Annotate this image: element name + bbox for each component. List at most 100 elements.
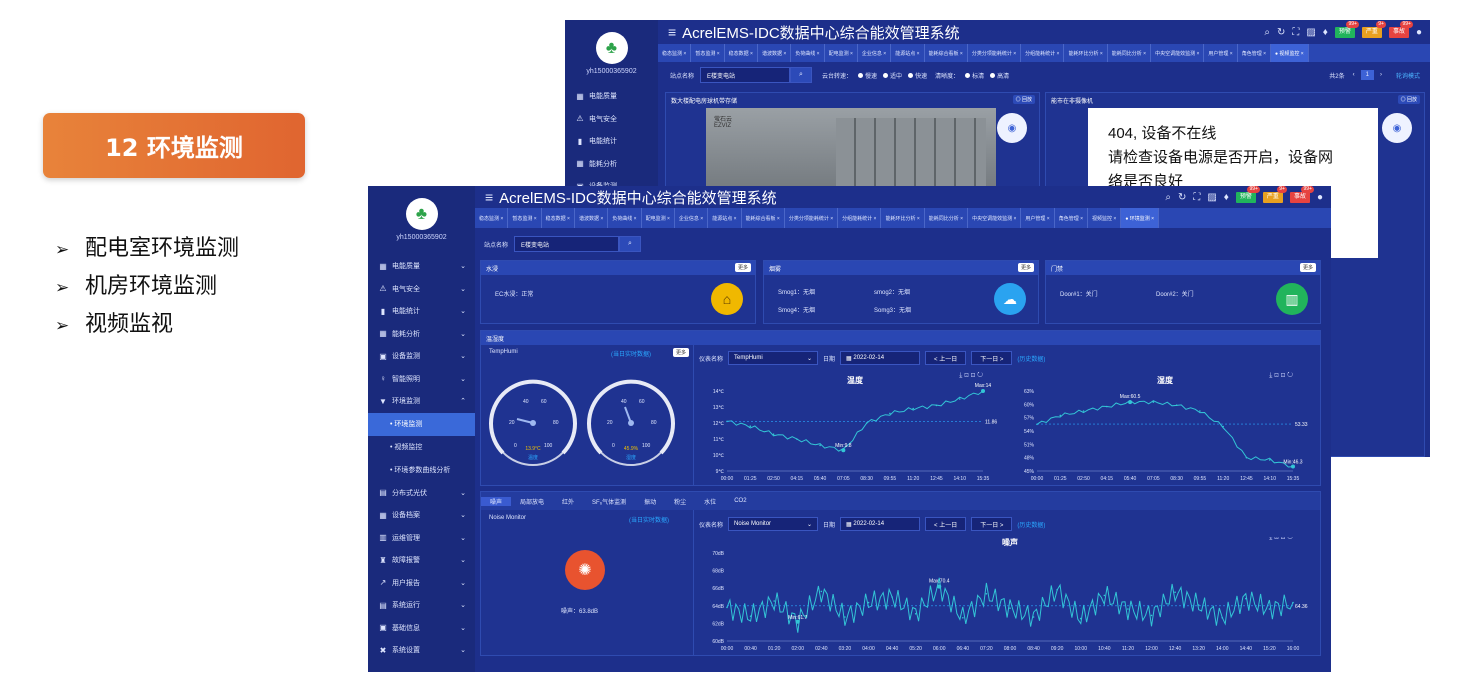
alarm-badge-serious[interactable]: 严重 9+ [1361, 20, 1386, 38]
chart-toolbar-icons[interactable]: ⤓ ⊡ ⊡ ↻ [1269, 372, 1293, 379]
sidebar-item[interactable]: ⚠ 电气安全 ⌄ [368, 278, 475, 301]
prev-page-icon[interactable]: ‹ [1353, 72, 1355, 78]
sidebar-item[interactable]: ♀ 智能照明 ⌄ [368, 368, 475, 391]
sensor-tab[interactable]: SF₆气体监测 [583, 497, 635, 506]
page-tab[interactable]: 中央空调能效监测 × [968, 208, 1022, 228]
search-icon[interactable]: ⌕ [1264, 27, 1270, 38]
page-tab[interactable]: 分类分项能耗统计 × [785, 208, 839, 228]
sidebar-item[interactable]: ▥ 运维管理 ⌄ [368, 527, 475, 550]
page-tab[interactable]: ● 环境监测 × [1121, 208, 1160, 228]
page-tab[interactable]: 负荷曲线 × [791, 44, 825, 62]
page-tab[interactable]: 能耗综合看板 × [925, 44, 968, 62]
page-tab[interactable]: 负荷曲线 × [608, 208, 642, 228]
search-button[interactable]: ⌕ [619, 236, 642, 252]
page-tab[interactable]: 能耗同比分析 × [1108, 44, 1152, 62]
sidebar-item[interactable]: ▦ 能耗分析 [565, 153, 658, 176]
page-tab[interactable]: 分组能耗统计 × [838, 208, 882, 228]
history-link[interactable]: (历史数据) [1017, 520, 1045, 529]
page-tab[interactable]: 能源站点 × [891, 44, 925, 62]
meter-select[interactable]: TempHumi ⌄ [728, 351, 819, 365]
page-tab[interactable]: 稳态监测 × [475, 208, 509, 228]
alarm-badge-accident[interactable]: 事故 99+ [1388, 20, 1413, 38]
date-picker[interactable]: ▦ 2022-02-14 [840, 517, 921, 531]
page-tab[interactable]: 中央空调能效监测 × [1151, 44, 1205, 62]
sidebar-item[interactable]: ▣ 设备监测 ⌄ [368, 345, 475, 368]
page-tab[interactable]: 暂态监测 × [691, 44, 725, 62]
page-tab[interactable]: 稳态数据 × [542, 208, 575, 228]
chart-toolbar-icons[interactable]: ⤓ ⊡ ⊡ ↻ [959, 372, 983, 379]
radio-icon[interactable] [965, 72, 971, 78]
sidebar-item[interactable]: ▮ 电能统计 ⌄ [368, 300, 475, 323]
refresh-icon[interactable]: ↻ [1277, 27, 1285, 38]
sensor-tab[interactable]: 红外 [553, 497, 583, 506]
page-tab[interactable]: 谐波数据 × [575, 208, 609, 228]
refresh-icon[interactable]: ↻ [1178, 192, 1186, 203]
next-page-icon[interactable]: › [1380, 72, 1382, 78]
sensor-tab[interactable]: 粉尘 [665, 497, 695, 506]
page-tab[interactable]: 分组能耗统计 × [1021, 44, 1065, 62]
sidebar-item[interactable]: ✖ 系统设置 ⌄ [368, 639, 475, 662]
page-tab[interactable]: 暂态监测 × [508, 208, 542, 228]
page-tab[interactable]: 能源站点 × [708, 208, 742, 228]
radio-icon[interactable] [990, 72, 996, 78]
date-picker[interactable]: ▦ 2022-02-14 [840, 351, 921, 365]
more-button[interactable]: 更多 [1299, 263, 1316, 272]
page-tab[interactable]: 视频监控 × [1088, 208, 1122, 228]
page-tab[interactable]: ● 视频监控 × [1271, 44, 1309, 62]
playback-button[interactable]: ◎ 回放 [1397, 95, 1420, 104]
chart-toolbar-icons[interactable]: ⤓ ⊡ ⊡ ↻ [1269, 537, 1293, 541]
page-tab[interactable]: 稳态数据 × [725, 44, 758, 62]
page-tab[interactable]: 角色管理 × [1055, 208, 1088, 228]
page-tab[interactable]: 稳态监测 × [658, 44, 692, 62]
ptz-control-icon[interactable]: ◉ [997, 113, 1027, 143]
page-tab[interactable]: 角色管理 × [1238, 44, 1271, 62]
sensor-tab[interactable]: 振动 [635, 497, 665, 506]
sidebar-item[interactable]: ↗ 用户报告 ⌄ [368, 572, 475, 595]
page-tab[interactable]: 能耗同比分析 × [925, 208, 969, 228]
search-button[interactable]: ⌕ [790, 67, 813, 83]
page-tab[interactable]: 企业信息 × [675, 208, 709, 228]
station-input[interactable]: E楼变电站 [514, 236, 620, 252]
menu-toggle-icon[interactable]: ≡ [485, 189, 493, 205]
sidebar-item[interactable]: ▤ 系统运行 ⌄ [368, 594, 475, 617]
station-input[interactable]: E楼变电站 [700, 67, 791, 83]
sensor-tab[interactable]: CO2 [725, 498, 755, 504]
radio-icon[interactable] [883, 72, 889, 78]
page-tab[interactable]: 配电监测 × [642, 208, 675, 228]
page-tab[interactable]: 谐波数据 × [758, 44, 792, 62]
sidebar-item[interactable]: ▦ 电能质量 ⌄ [368, 255, 475, 278]
sidebar-item[interactable]: ▦ 电能质量 [565, 85, 658, 108]
sidebar-item[interactable]: ⚠ 电气安全 [565, 108, 658, 131]
page-tab[interactable]: 用户管理 × [1204, 44, 1238, 62]
alarm-badge-accident[interactable]: 事故 99+ [1289, 186, 1314, 203]
next-day-button[interactable]: 下一日 > [971, 517, 1013, 531]
submenu-item[interactable]: • 视频监控 [368, 436, 475, 459]
sidebar-item[interactable]: ▦ 设备档案 ⌄ [368, 504, 475, 527]
more-button[interactable]: 更多 [672, 348, 689, 357]
image-icon[interactable]: ▨ [1207, 192, 1216, 203]
fullscreen-icon[interactable]: ⛶ [1292, 27, 1299, 38]
page-number[interactable]: 1 [1360, 70, 1374, 80]
submenu-item[interactable]: • 环境参数曲线分析 [368, 459, 475, 482]
sensor-tab[interactable]: 噪声 [481, 496, 512, 506]
page-tab[interactable]: 配电监测 × [825, 44, 858, 62]
sidebar-item[interactable]: ▼ 环境监测 ⌃ [368, 390, 475, 413]
shirt-icon[interactable]: ♦ [1224, 192, 1229, 203]
page-tab[interactable]: 能耗综合看板 × [742, 208, 785, 228]
prev-day-button[interactable]: < 上一日 [925, 351, 967, 365]
sidebar-item[interactable]: ▣ 基础信息 ⌄ [368, 617, 475, 640]
more-button[interactable]: 更多 [734, 263, 751, 272]
radio-icon[interactable] [858, 72, 864, 78]
polling-mode-link[interactable]: 轮询模式 [1396, 71, 1420, 80]
sensor-tab[interactable]: 局部放电 [511, 497, 553, 506]
submenu-item[interactable]: • 环境监测 [368, 412, 475, 436]
sidebar-item[interactable]: ▤ 分布式光伏 ⌄ [368, 482, 475, 505]
user-icon[interactable]: ● [1416, 27, 1422, 38]
page-tab[interactable]: 分类分项能耗统计 × [968, 44, 1022, 62]
search-icon[interactable]: ⌕ [1165, 192, 1171, 203]
page-tab[interactable]: 用户管理 × [1021, 208, 1055, 228]
user-icon[interactable]: ● [1317, 192, 1323, 203]
image-icon[interactable]: ▨ [1306, 27, 1315, 38]
page-tab[interactable]: 能耗环比分析 × [1064, 44, 1108, 62]
sidebar-item[interactable]: ♜ 故障报警 ⌄ [368, 549, 475, 572]
